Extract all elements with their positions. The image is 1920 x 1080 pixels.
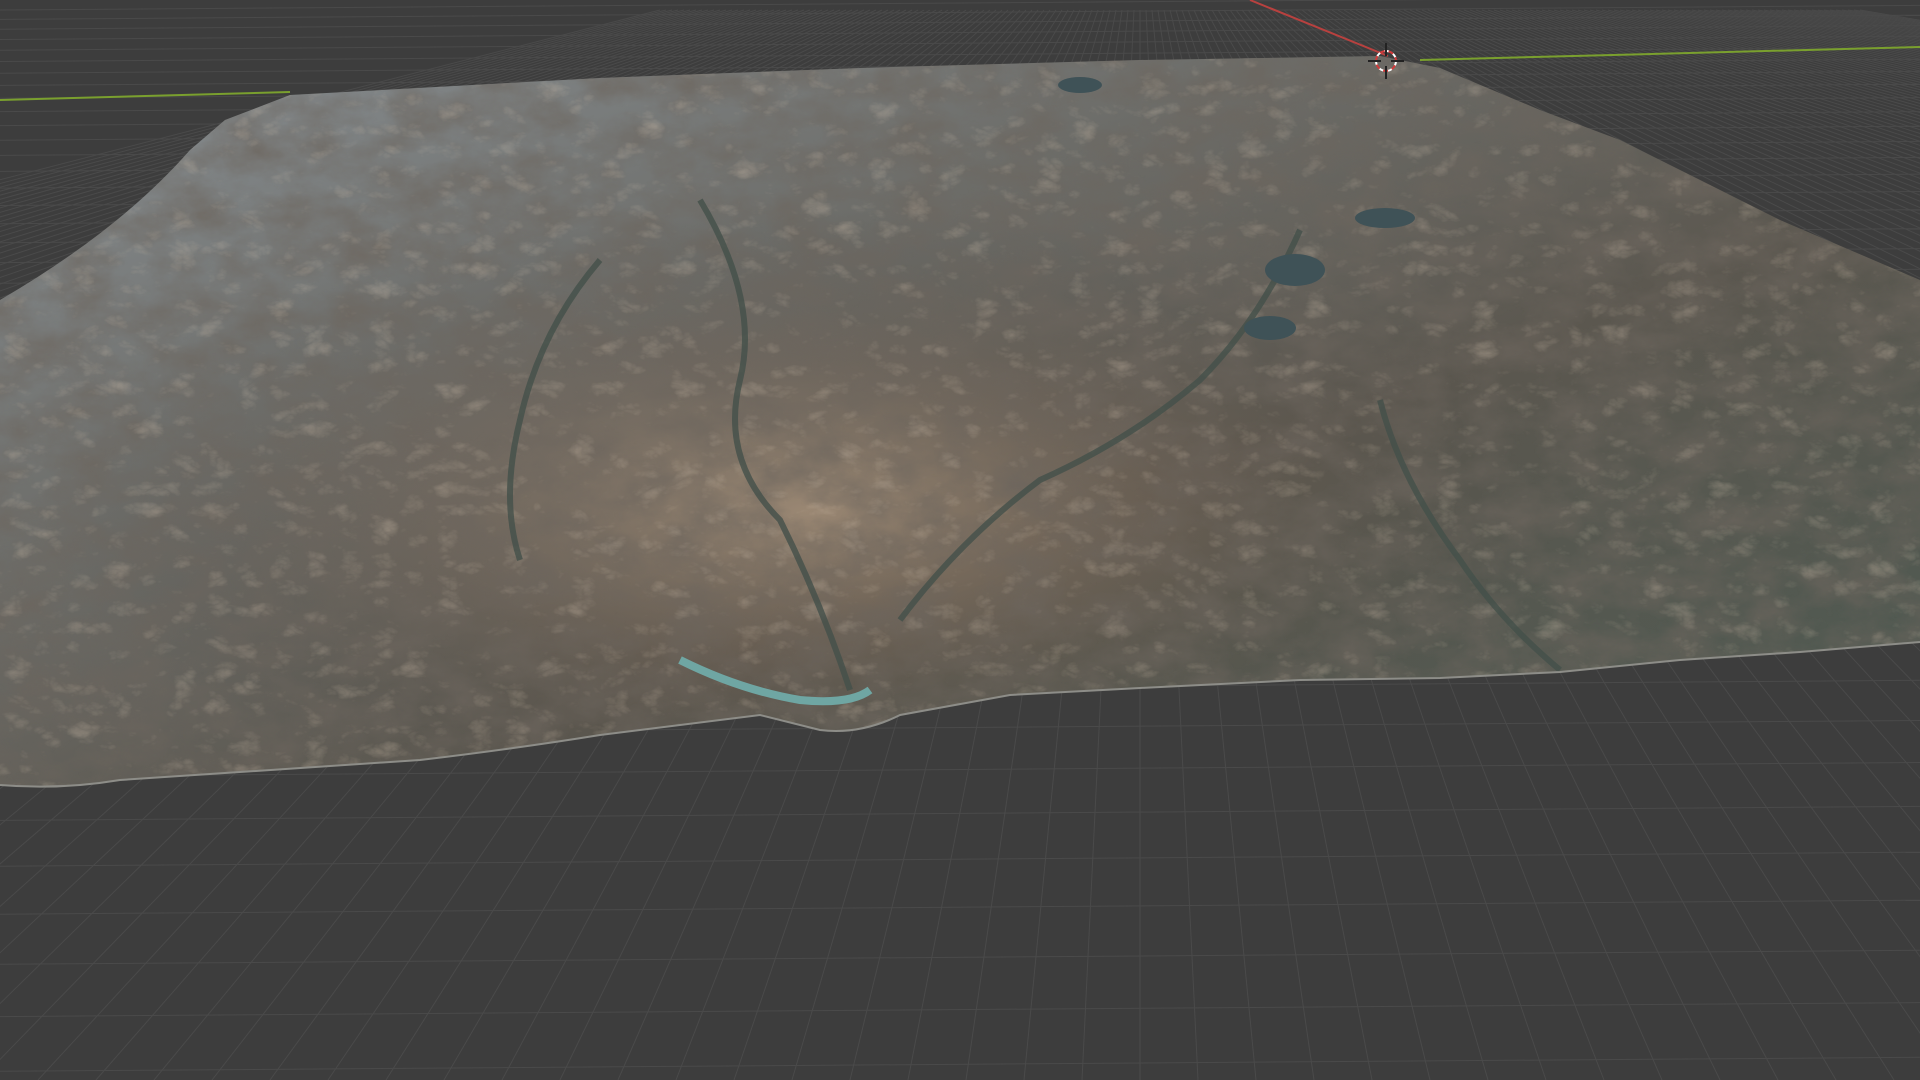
3d-viewport[interactable] xyxy=(0,0,1920,1080)
terrain-mesh[interactable] xyxy=(0,40,1920,800)
